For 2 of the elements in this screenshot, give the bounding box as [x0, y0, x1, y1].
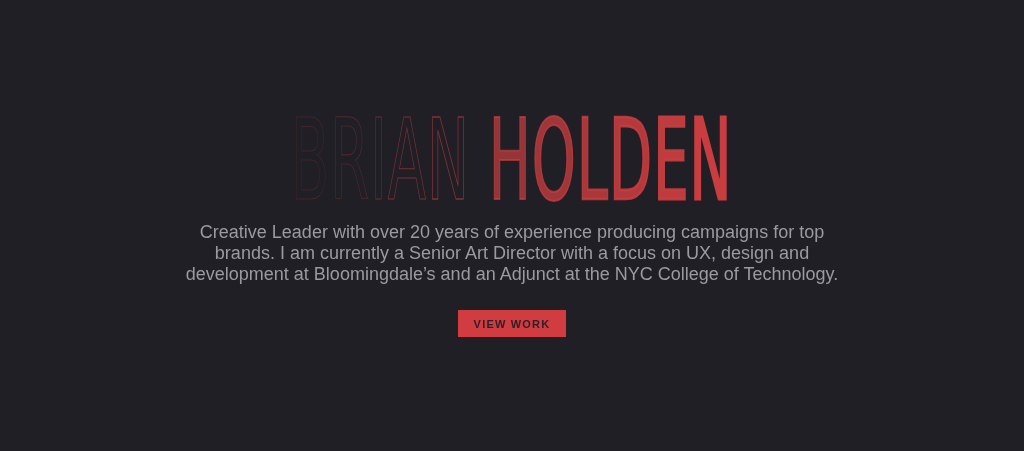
- bio-paragraph: Creative Leader with over 20 years of experience producing campaigns for top brands. I am currently a Senior Art Director with a focus on UX, design and development at Bloomingdale’s and an Adjunct at the NYC College of Technology.: [184, 222, 840, 285]
- view-work-button[interactable]: VIEW WORK: [457, 310, 567, 337]
